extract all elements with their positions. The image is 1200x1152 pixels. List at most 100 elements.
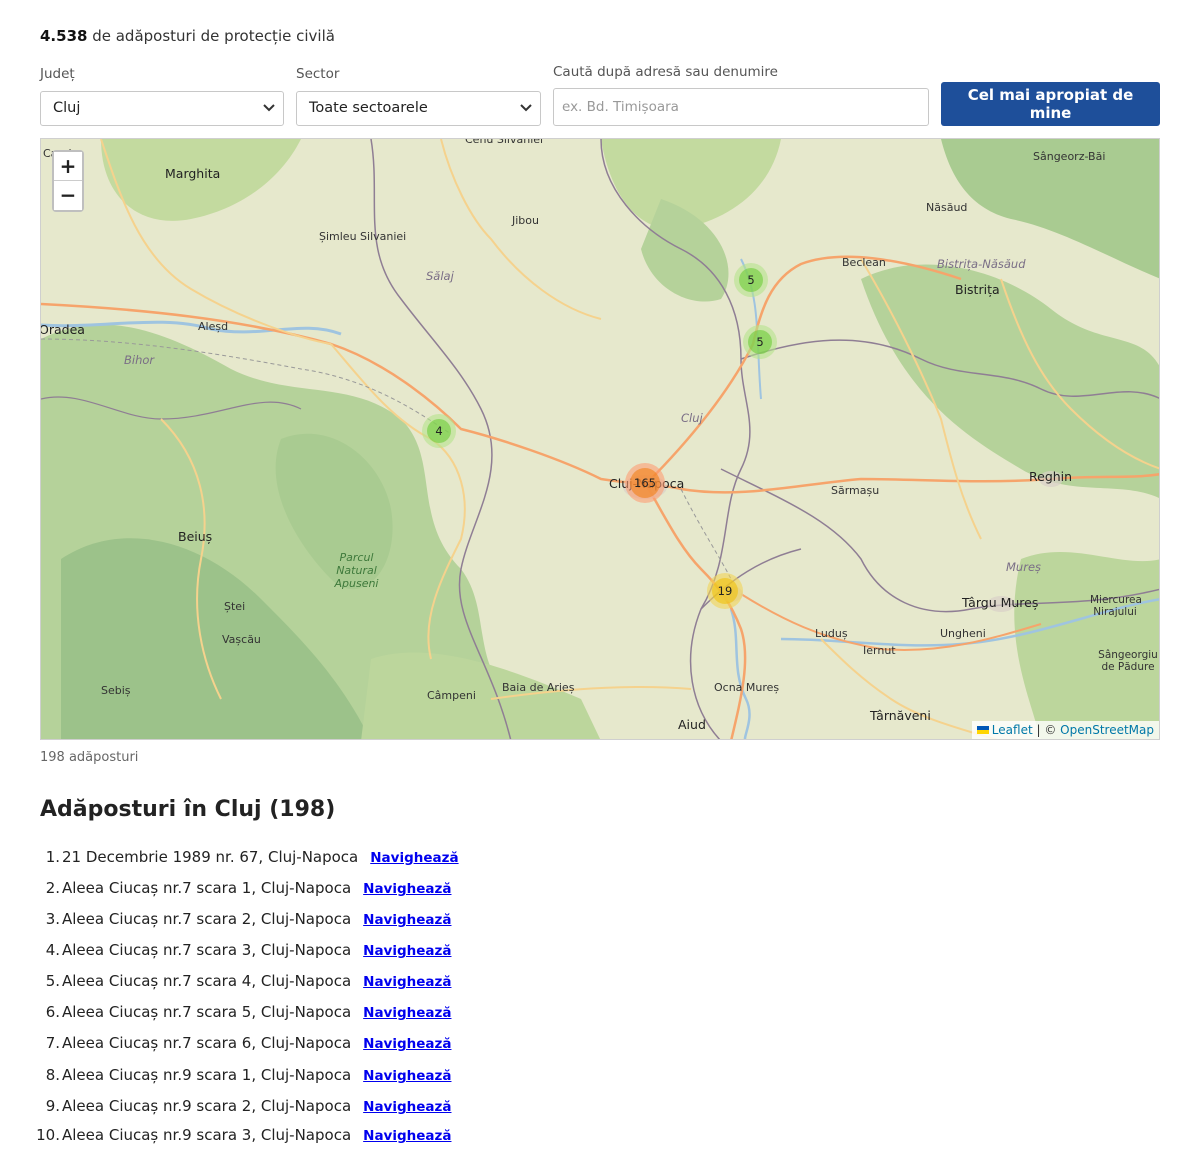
navigate-link[interactable]: Navighează xyxy=(363,1128,451,1144)
results-count: 198 adăposturi xyxy=(40,750,139,765)
place-label: Câmpeni xyxy=(427,689,476,702)
navigate-link[interactable]: Navighează xyxy=(363,974,451,990)
cluster-marker-huedin[interactable]: 4 xyxy=(422,414,456,448)
region-label: Sălaj xyxy=(426,269,454,283)
place-label: Sângeorz-Băi xyxy=(1033,150,1106,163)
navigate-link[interactable]: Navighează xyxy=(363,912,451,928)
place-label: Târnăveni xyxy=(870,708,931,723)
place-label: Luduș xyxy=(815,627,848,640)
navigate-link[interactable]: Navighează xyxy=(370,850,458,866)
page: 4.538 de adăposturi de protecție civilă … xyxy=(0,0,1200,1144)
cluster-marker-dej[interactable]: 5 xyxy=(734,263,768,297)
list-item: 9. Aleea Ciucaș nr.9 scara 2, Cluj-Napoc… xyxy=(0,1097,1200,1123)
total-count: 4.538 xyxy=(40,27,88,45)
item-address: Aleea Ciucaș nr.9 scara 3, Cluj-Napoca xyxy=(62,1126,352,1144)
place-label: Beiuș xyxy=(178,529,213,544)
item-number: 9. xyxy=(45,1097,60,1115)
total-shelters-text: 4.538 de adăposturi de protecție civilă xyxy=(40,27,335,45)
results-heading: Adăposturi în Cluj (198) xyxy=(40,797,336,822)
navigate-link[interactable]: Navighează xyxy=(363,1005,451,1021)
place-label: Ocna Mureș xyxy=(714,681,780,694)
list-item: 7. Aleea Ciucaș nr.7 scara 6, Cluj-Napoc… xyxy=(0,1034,1200,1060)
item-address: Aleea Ciucaș nr.7 scara 1, Cluj-Napoca xyxy=(62,879,352,897)
list-item: 2. Aleea Ciucaș nr.7 scara 1, Cluj-Napoc… xyxy=(0,879,1200,905)
county-select[interactable]: Cluj xyxy=(40,91,284,126)
openstreetmap-link[interactable]: OpenStreetMap xyxy=(1060,723,1154,737)
item-number: 8. xyxy=(45,1066,60,1084)
search-input[interactable] xyxy=(553,88,929,126)
navigate-link[interactable]: Navighează xyxy=(363,943,451,959)
map-tiles xyxy=(41,139,1159,739)
cluster-count: 4 xyxy=(427,419,451,443)
list-item: 10. Aleea Ciucaș nr.9 scara 3, Cluj-Napo… xyxy=(0,1126,1200,1152)
navigate-link[interactable]: Navighează xyxy=(363,1068,451,1084)
region-label: Mureș xyxy=(1006,560,1042,574)
item-number: 10. xyxy=(36,1126,60,1144)
list-item: 5. Aleea Ciucaș nr.7 scara 4, Cluj-Napoc… xyxy=(0,972,1200,998)
region-label: Cluj xyxy=(681,411,703,425)
item-address: Aleea Ciucaș nr.9 scara 1, Cluj-Napoca xyxy=(62,1066,352,1084)
place-label: Beclean xyxy=(842,256,886,269)
list-item: 1. 21 Decembrie 1989 nr. 67, Cluj-Napoca… xyxy=(0,848,1200,874)
nearest-shelter-button[interactable]: Cel mai apropiat de mine xyxy=(941,82,1160,126)
zoom-in-button[interactable]: + xyxy=(54,152,82,181)
item-address: 21 Decembrie 1989 nr. 67, Cluj-Napoca xyxy=(62,848,359,866)
sector-select[interactable]: Toate sectoarele xyxy=(296,91,541,126)
place-label: Iernut xyxy=(863,644,896,657)
place-label: Șimleu Silvaniei xyxy=(319,230,407,243)
list-item: 8. Aleea Ciucaș nr.9 scara 1, Cluj-Napoc… xyxy=(0,1066,1200,1092)
park-label: Parcul Natural Apuseni xyxy=(334,551,379,590)
item-number: 6. xyxy=(45,1003,60,1021)
item-number: 4. xyxy=(45,941,60,959)
sector-select-value: Toate sectoarele xyxy=(309,100,428,116)
cluster-count: 5 xyxy=(748,330,772,354)
place-label: Oradea xyxy=(40,322,85,337)
chevron-down-icon xyxy=(520,104,532,112)
search-label: Caută după adresă sau denumire xyxy=(553,64,778,80)
place-label: Ștei xyxy=(224,600,246,613)
leaflet-link[interactable]: Leaflet xyxy=(992,723,1033,737)
total-suffix: de adăposturi de protecție civilă xyxy=(87,27,335,45)
chevron-down-icon xyxy=(263,104,275,112)
map[interactable]: Carei Marghita Cehu Silvaniei Jibou Șiml… xyxy=(40,138,1160,740)
county-select-value: Cluj xyxy=(53,100,81,116)
zoom-control: + − xyxy=(52,150,84,212)
place-label: Aiud xyxy=(678,717,706,732)
place-label: Sărmașu xyxy=(831,484,880,497)
item-number: 7. xyxy=(45,1034,60,1052)
place-label: Cehu Silvaniei xyxy=(465,138,544,146)
place-label: Jibou xyxy=(512,214,539,227)
attribution-separator: | © xyxy=(1032,723,1061,737)
ukraine-flag-icon xyxy=(976,726,989,734)
place-label: Vașcău xyxy=(222,633,261,646)
cluster-marker-gherla[interactable]: 5 xyxy=(743,325,777,359)
navigate-link[interactable]: Navighează xyxy=(363,881,451,897)
list-item: 3. Aleea Ciucaș nr.7 scara 2, Cluj-Napoc… xyxy=(0,910,1200,936)
region-label: Bihor xyxy=(124,353,155,367)
navigate-link[interactable]: Navighează xyxy=(363,1036,451,1052)
place-label: Reghin xyxy=(1029,469,1073,484)
cluster-marker-cluj-napoca[interactable]: 165 xyxy=(625,463,665,503)
item-number: 3. xyxy=(45,910,60,928)
county-label: Județ xyxy=(40,66,75,82)
map-attribution: Leaflet | © OpenStreetMap xyxy=(971,721,1159,739)
item-number: 5. xyxy=(45,972,60,990)
cluster-count: 19 xyxy=(712,578,738,604)
place-label: Bistrița xyxy=(955,282,1000,297)
item-address: Aleea Ciucaș nr.7 scara 6, Cluj-Napoca xyxy=(62,1034,352,1052)
place-label: Năsăud xyxy=(926,201,968,214)
item-number: 1. xyxy=(45,848,60,866)
item-number: 2. xyxy=(45,879,60,897)
navigate-link[interactable]: Navighează xyxy=(363,1099,451,1115)
zoom-out-button[interactable]: − xyxy=(54,181,82,210)
item-address: Aleea Ciucaș nr.7 scara 4, Cluj-Napoca xyxy=(62,972,352,990)
sector-label: Sector xyxy=(296,66,340,82)
cluster-count: 165 xyxy=(630,468,660,498)
list-item: 6. Aleea Ciucaș nr.7 scara 5, Cluj-Napoc… xyxy=(0,1003,1200,1029)
cluster-count: 5 xyxy=(739,268,763,292)
item-address: Aleea Ciucaș nr.7 scara 5, Cluj-Napoca xyxy=(62,1003,352,1021)
cluster-marker-turda[interactable]: 19 xyxy=(707,573,743,609)
item-address: Aleea Ciucaș nr.7 scara 2, Cluj-Napoca xyxy=(62,910,352,928)
place-label: Baia de Arieș xyxy=(502,681,575,694)
place-label: Sângeorgiu de Pădure xyxy=(1098,649,1158,673)
